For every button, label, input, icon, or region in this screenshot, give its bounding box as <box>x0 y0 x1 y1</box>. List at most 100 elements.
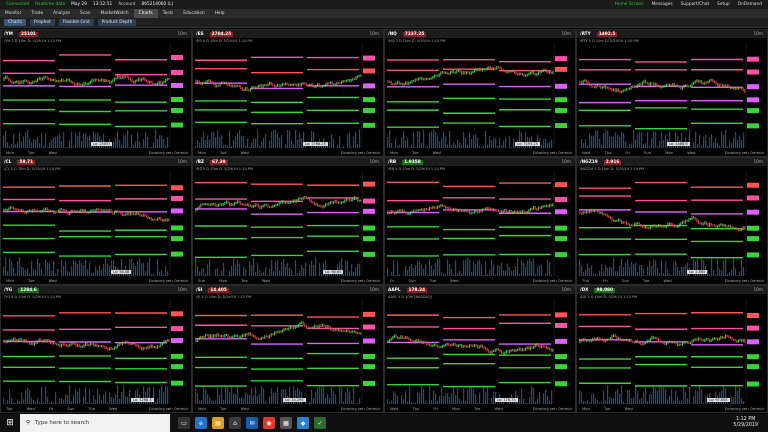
chart-timeframe[interactable]: 10m <box>753 288 763 293</box>
chart-plot-area[interactable] <box>385 171 575 276</box>
subtab-product-depth[interactable]: Product Depth <box>97 19 137 26</box>
messages-button[interactable]: Messages <box>652 2 673 7</box>
volume-bar <box>433 390 435 404</box>
price-chart <box>387 43 567 148</box>
menu-tab-help[interactable]: Help <box>210 9 230 18</box>
chart-timeframe[interactable]: 10m <box>369 160 379 165</box>
subtab-prophet[interactable]: Prophet <box>30 19 55 26</box>
calculator-icon[interactable]: ▦ <box>280 417 292 429</box>
home-screen-button[interactable]: Home Screen <box>615 2 644 7</box>
chart-panel[interactable]: AAPL 178.24 10m AAPL 5 D 10m [NASDAQ] Lo: 17… <box>384 285 576 413</box>
chart-panel[interactable]: /NQ 7237.25 10m/NQ 3 D 10m D: 5/29/19 1:10… <box>384 29 576 157</box>
account-selector[interactable]: 865214060 (L) <box>142 2 174 7</box>
chart-symbol-input[interactable]: /SI <box>196 288 202 293</box>
chart-timeframe[interactable]: 10m <box>177 288 187 293</box>
chart-symbol-input[interactable]: /ES <box>196 32 204 37</box>
chart-panel[interactable]: /YM 25101 10m/YM 5 D 10m D: 5/29/19 1:10 P… <box>0 29 192 157</box>
taskbar-clock[interactable]: 1:12 PM 5/29/2019 <box>733 417 758 429</box>
chart-plot-area[interactable] <box>577 43 767 148</box>
chart-symbol-input[interactable]: /YM <box>4 32 13 37</box>
chart-panel[interactable]: /ES 2784.25 10m/ES 5 D 10m D: 5/29/19 1:10… <box>192 29 384 157</box>
chart-symbol-input[interactable]: /NQ <box>388 32 397 37</box>
chart-symbol-input[interactable]: /DX <box>580 288 588 293</box>
task-view-icon[interactable]: ▭ <box>178 417 190 429</box>
subtab-flexible-grid[interactable]: Flexible Grid <box>58 19 94 26</box>
edge-browser-icon[interactable]: e <box>195 417 207 429</box>
windows-start-icon[interactable]: ⊞ <box>0 414 20 432</box>
drawing-set-selector[interactable]: Drawing set: Default <box>725 278 764 283</box>
chart-timeframe[interactable]: 10m <box>177 32 187 37</box>
menu-tab-scan[interactable]: Scan <box>75 9 95 18</box>
subtab-charts[interactable]: Charts <box>4 19 27 26</box>
menu-tab-marketwatch[interactable]: MarketWatch <box>96 9 134 18</box>
menu-tab-education[interactable]: Education <box>178 9 209 18</box>
chart-timeframe[interactable]: 10m <box>753 160 763 165</box>
chart-panel[interactable]: /RTY 1492.5 10m/RTY 5 D 10m D: 5/29/19 1:1… <box>576 29 768 157</box>
volume-bar <box>531 386 533 404</box>
drawing-set-selector[interactable]: Drawing set: Default <box>725 406 764 411</box>
chart-plot-area[interactable] <box>385 299 575 404</box>
setup-button[interactable]: Setup <box>717 2 730 7</box>
chart-panel[interactable]: /RB 1.9358 10m/RB 5 D 10m D: 5/29/19 1:10 … <box>384 157 576 285</box>
drawing-set-selector[interactable]: Drawing set: Default <box>533 150 572 155</box>
chart-plot-area[interactable] <box>193 171 383 276</box>
time-axis-label: Tue <box>241 277 248 283</box>
drawing-set-selector[interactable]: Drawing set: Default <box>725 150 764 155</box>
chart-symbol-input[interactable]: /BZ <box>196 160 204 165</box>
drawing-set-selector[interactable]: Drawing set: Default <box>149 406 188 411</box>
chart-plot-area[interactable] <box>577 171 767 276</box>
menu-tab-tools[interactable]: Tools <box>158 9 179 18</box>
menu-tab-trade[interactable]: Trade <box>26 9 48 18</box>
chart-symbol-input[interactable]: /RTY <box>580 32 591 37</box>
chart-plot-area[interactable] <box>1 43 191 148</box>
chart-panel[interactable]: /CL 58.71 10m/CL 5 D 10m D: 5/29/19 1:10 P… <box>0 157 192 285</box>
menu-tab-analyze[interactable]: Analyze <box>48 9 75 18</box>
drawing-set-selector[interactable]: Drawing set: Default <box>341 406 380 411</box>
chart-timeframe[interactable]: 10m <box>369 288 379 293</box>
support-chat-button[interactable]: Support/Chat <box>681 2 709 7</box>
drawing-set-selector[interactable]: Drawing set: Default <box>533 406 572 411</box>
volume-bar <box>525 267 527 276</box>
menu-tab-monitor[interactable]: Monitor <box>0 9 26 18</box>
chart-panel[interactable]: /SI 14.405 10m/SI 5 D 10m D: 5/29/19 1:10 … <box>192 285 384 413</box>
volume-bar <box>445 393 447 404</box>
ondemand-button[interactable]: OnDemand <box>738 2 762 7</box>
volume-bar <box>723 260 725 276</box>
menu-tab-charts[interactable]: Charts <box>133 9 158 18</box>
chart-plot-area[interactable] <box>1 171 191 276</box>
chrome-icon[interactable]: ◉ <box>263 417 275 429</box>
chart-plot-area[interactable] <box>193 299 383 404</box>
chart-panel[interactable]: /YG 1284.6 10m/YG 5 D 10m D: 5/29/19 1:10 … <box>0 285 192 413</box>
store-icon[interactable]: ⌂ <box>229 417 241 429</box>
app-icon[interactable]: ◆ <box>297 417 309 429</box>
chart-symbol-input[interactable]: /CL <box>4 160 11 165</box>
volume-bar <box>449 396 451 404</box>
chart-symbol-input[interactable]: /RB <box>388 160 396 165</box>
chart-panel[interactable]: /DX 98.080 10m/DX 5 D 10m D: 5/29/19 1:10 … <box>576 285 768 413</box>
chart-plot-area[interactable] <box>193 43 383 148</box>
chart-timeframe[interactable]: 10m <box>561 32 571 37</box>
chart-panel[interactable]: /NGZ19 2.916 10m/NGZ19 5 D 10m D: 5/29/19 … <box>576 157 768 285</box>
time-axis-label: Tue <box>473 405 481 411</box>
chart-timeframe[interactable]: 10m <box>561 160 571 165</box>
drawing-set-selector[interactable]: Drawing set: Default <box>533 278 572 283</box>
chart-plot-area[interactable] <box>385 43 575 148</box>
drawing-set-selector[interactable]: Drawing set: Default <box>149 278 188 283</box>
chart-timeframe[interactable]: 10m <box>753 32 763 37</box>
thinkorswim-icon[interactable]: ✓ <box>314 417 326 429</box>
chart-symbol-input[interactable]: /YG <box>4 288 12 293</box>
drawing-set-selector[interactable]: Drawing set: Default <box>341 278 380 283</box>
chart-plot-area[interactable] <box>577 299 767 404</box>
chart-symbol-input[interactable]: AAPL <box>388 288 401 293</box>
chart-plot-area[interactable] <box>1 299 191 404</box>
chart-panel[interactable]: /BZ 67.39 10m/BZ 5 D 10m D: 5/29/19 1:10 P… <box>192 157 384 285</box>
drawing-set-selector[interactable]: Drawing set: Default <box>149 150 188 155</box>
chart-symbol-input[interactable]: /NGZ19 <box>580 160 598 165</box>
chart-timeframe[interactable]: 10m <box>177 160 187 165</box>
chart-timeframe[interactable]: 10m <box>561 288 571 293</box>
mail-icon[interactable]: ✉ <box>246 417 258 429</box>
chart-timeframe[interactable]: 10m <box>369 32 379 37</box>
file-explorer-icon[interactable]: ▤ <box>212 417 224 429</box>
drawing-set-selector[interactable]: Drawing set: Default <box>341 150 380 155</box>
taskbar-search-box[interactable]: ⚲ Type here to search <box>20 414 170 432</box>
